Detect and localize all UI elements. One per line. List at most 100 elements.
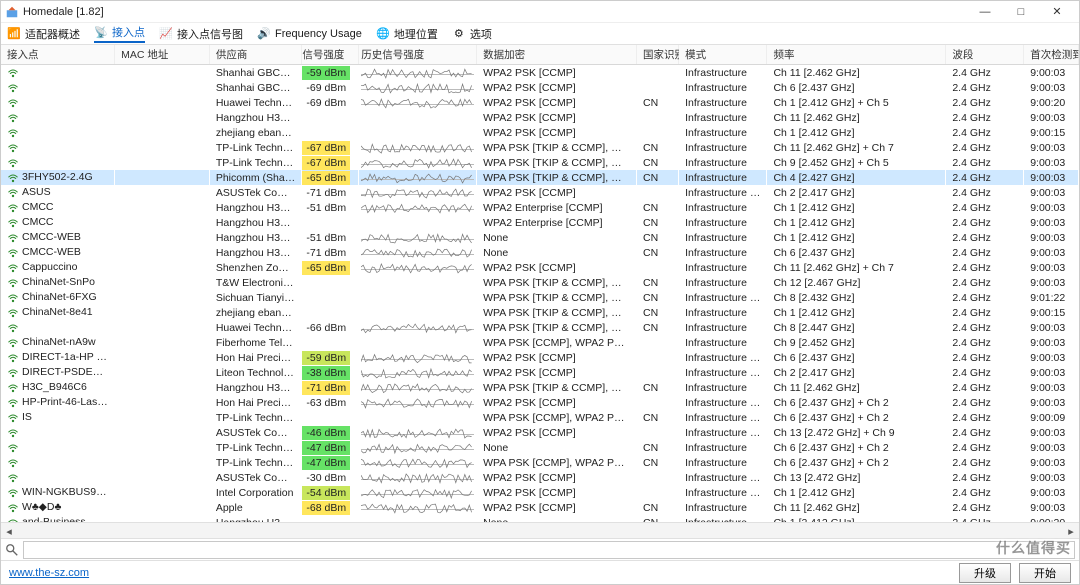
- wifi-icon: [7, 262, 19, 274]
- scroll-left-button[interactable]: ◂: [1, 523, 17, 539]
- close-button[interactable]: ✕: [1039, 2, 1075, 22]
- table-row[interactable]: ChinaNet-6FXGSichuan Tianyi Comheart…WPA…: [1, 290, 1079, 305]
- cell-signal: -71 dBm: [302, 245, 359, 260]
- cell-encryption: WPA PSK [CCMP], WPA2 PSK [CCMP]: [477, 455, 637, 470]
- wifi-icon: [7, 337, 19, 349]
- cell-ap: DIRECT-PSDESKTOP-AA1QMS…: [1, 365, 115, 380]
- table-row[interactable]: ASUSASUSTek Computer Inc.-71 dBmWPA2 PSK…: [1, 185, 1079, 200]
- cell-signal: [302, 275, 359, 290]
- column-headers[interactable]: 接入点 MAC 地址 供应商 信号强度 历史信号强度 数据加密 国家识别 模式 …: [1, 45, 1079, 65]
- cell-mac: [115, 290, 210, 305]
- col-encryption[interactable]: 数据加密: [477, 45, 637, 65]
- cell-freq: Ch 6 [2.437 GHz] + Ch 2: [767, 455, 946, 470]
- cell-ap: DIRECT-1a-HP M277 LaserJet: [1, 350, 115, 365]
- table-row[interactable]: ASUSTek Computer Inc.-30 dBmWPA2 PSK [CC…: [1, 470, 1079, 485]
- maximize-button[interactable]: □: [1003, 2, 1039, 22]
- cell-country: [637, 365, 679, 380]
- table-row[interactable]: CMCC-WEBHangzhou H3C Technolog…-71 dBmNo…: [1, 245, 1079, 260]
- col-signal[interactable]: 信号强度: [302, 45, 359, 65]
- table-row[interactable]: ChinaNet-SnPoT&W Electronics CompanyWPA …: [1, 275, 1079, 290]
- globe-icon: 🌐: [376, 27, 390, 41]
- footer-link[interactable]: www.the-sz.com: [9, 567, 89, 579]
- wifi-icon: [7, 352, 19, 364]
- cell-band: 2.4 GHz: [946, 275, 1024, 290]
- grid[interactable]: 接入点 MAC 地址 供应商 信号强度 历史信号强度 数据加密 国家识别 模式 …: [1, 45, 1079, 522]
- table-row[interactable]: CMCCHangzhou H3C Technolog…-51 dBmWPA2 E…: [1, 200, 1079, 215]
- horizontal-scrollbar[interactable]: ◂ ▸: [1, 522, 1079, 538]
- table-row[interactable]: TP-Link Technologies Co…-67 dBmWPA PSK […: [1, 155, 1079, 170]
- col-freq[interactable]: 频率: [767, 45, 946, 65]
- wifi-icon: [7, 202, 19, 214]
- scroll-right-button[interactable]: ▸: [1063, 523, 1079, 539]
- cell-mac: [115, 350, 210, 365]
- table-row[interactable]: DIRECT-PSDESKTOP-AA1QMS…Liteon Technolog…: [1, 365, 1079, 380]
- app-icon: [5, 5, 19, 19]
- cell-seen: 9:00:03: [1024, 65, 1079, 81]
- col-vendor[interactable]: 供应商: [209, 45, 302, 65]
- table-row[interactable]: zhejiang ebang Communic…WPA2 PSK [CCMP]I…: [1, 125, 1079, 140]
- cell-band: 2.4 GHz: [946, 350, 1024, 365]
- cell-seen: 9:00:03: [1024, 260, 1079, 275]
- table-row[interactable]: CMCCHangzhou H3C Technolog…WPA2 Enterpri…: [1, 215, 1079, 230]
- table-row[interactable]: CappuccinoShenzhen Zowee Technol…-65 dBm…: [1, 260, 1079, 275]
- table-row[interactable]: TP-Link Technologies Co…-47 dBmNoneCNInf…: [1, 440, 1079, 455]
- table-row[interactable]: TP-Link Technologies Co…-67 dBmWPA PSK […: [1, 140, 1079, 155]
- wifi-icon: [7, 247, 19, 259]
- table-row[interactable]: ChinaNet-8e41zhejiang ebang Communic…WPA…: [1, 305, 1079, 320]
- table-row[interactable]: W♣◆D♣Apple-68 dBmWPA2 PSK [CCMP]CNInfras…: [1, 500, 1079, 515]
- tab-location[interactable]: 🌐地理位置: [376, 26, 438, 42]
- filter-input[interactable]: [23, 541, 1075, 559]
- tab-options[interactable]: ⚙选项: [452, 26, 492, 42]
- wifi-icon: [7, 232, 19, 244]
- tab-signal-graph[interactable]: 📈接入点信号图: [159, 26, 243, 42]
- cell-mode: Infrastructure & WPS: [679, 485, 767, 500]
- table-row[interactable]: and-BusinessHangzhou H3C Technolog…NoneC…: [1, 515, 1079, 522]
- col-mac[interactable]: MAC 地址: [115, 45, 210, 65]
- cell-signal: -54 dBm: [302, 485, 359, 500]
- table-row[interactable]: ChinaNet-nA9wFiberhome Telecommunica…WPA…: [1, 335, 1079, 350]
- cell-mac: [115, 395, 210, 410]
- table-row[interactable]: Shanhai GBCOM Communi…-59 dBmWPA2 PSK [C…: [1, 65, 1079, 81]
- cell-encryption: WPA2 PSK [CCMP]: [477, 470, 637, 485]
- tab-frequency-usage[interactable]: 🔊Frequency Usage: [257, 27, 362, 41]
- cell-ap: W♣◆D♣: [1, 500, 115, 515]
- cell-history: [359, 185, 477, 200]
- table-row[interactable]: Shanhai GBCOM Communi…-69 dBmWPA2 PSK [C…: [1, 80, 1079, 95]
- cell-mac: [115, 260, 210, 275]
- table-row[interactable]: WIN-NGKBUS99940H 8693Intel Corporation-5…: [1, 485, 1079, 500]
- cell-signal: -67 dBm: [302, 155, 359, 170]
- col-band[interactable]: 波段: [946, 45, 1024, 65]
- table-row[interactable]: DIRECT-1a-HP M277 LaserJetHon Hai Precis…: [1, 350, 1079, 365]
- cell-history: [359, 305, 477, 320]
- col-mode[interactable]: 模式: [679, 45, 767, 65]
- cell-freq: Ch 1 [2.412 GHz]: [767, 305, 946, 320]
- table-row[interactable]: H3C_B946C6Hangzhou H3C Technolog…-71 dBm…: [1, 380, 1079, 395]
- cell-mac: [115, 170, 210, 185]
- table-row[interactable]: HP-Print-46-LaserJet Pro MFPHon Hai Prec…: [1, 395, 1079, 410]
- col-country[interactable]: 国家识别: [637, 45, 679, 65]
- table-row[interactable]: Huawei Technologies Co…-66 dBmWPA PSK [T…: [1, 320, 1079, 335]
- table-row[interactable]: Hangzhou H3C Technolog…WPA2 PSK [CCMP]In…: [1, 110, 1079, 125]
- table-row[interactable]: TP-Link Technologies Co…-47 dBmWPA PSK […: [1, 455, 1079, 470]
- wifi-icon: [7, 157, 19, 169]
- table-row[interactable]: ASUSTek Computer Inc.-46 dBmWPA2 PSK [CC…: [1, 425, 1079, 440]
- cell-encryption: WPA2 PSK [CCMP]: [477, 110, 637, 125]
- tab-access-points[interactable]: 📡接入点: [94, 24, 145, 43]
- col-ap[interactable]: 接入点: [1, 45, 115, 65]
- tab-adapters[interactable]: 📶适配器概述: [7, 26, 80, 42]
- table-row[interactable]: 3FHY502-2.4GPhicomm (Shanghai) Co. Ltd-6…: [1, 170, 1079, 185]
- table-row[interactable]: ISTP-Link Technologies Co…WPA PSK [CCMP]…: [1, 410, 1079, 425]
- update-button[interactable]: 升级: [959, 563, 1011, 583]
- col-history[interactable]: 历史信号强度: [359, 45, 477, 65]
- cell-country: CN: [637, 290, 679, 305]
- start-button[interactable]: 开始: [1019, 563, 1071, 583]
- cell-signal: -67 dBm: [302, 140, 359, 155]
- table-row[interactable]: CMCC-WEBHangzhou H3C Technolog…-51 dBmNo…: [1, 230, 1079, 245]
- cell-signal: -51 dBm: [302, 230, 359, 245]
- col-first-seen[interactable]: 首次检测到: [1024, 45, 1079, 65]
- cell-history: [359, 410, 477, 425]
- minimize-button[interactable]: —: [967, 2, 1003, 22]
- table-row[interactable]: Huawei Technologies Co…-69 dBmWPA2 PSK […: [1, 95, 1079, 110]
- cell-signal: -71 dBm: [302, 380, 359, 395]
- cell-band: 2.4 GHz: [946, 380, 1024, 395]
